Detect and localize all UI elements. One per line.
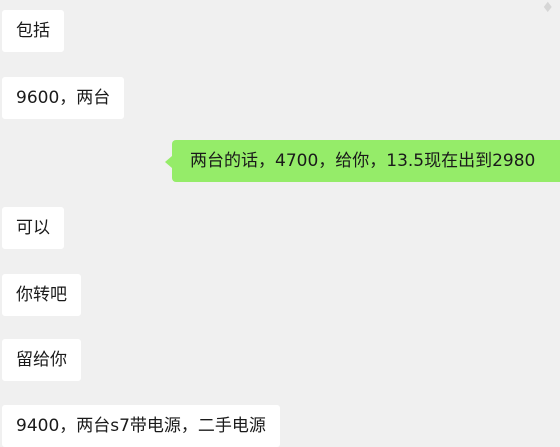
message-bubble-incoming: 可以 <box>2 207 64 249</box>
message-bubble-incoming: 你转吧 <box>2 274 81 316</box>
message-bubble-incoming: 9600，两台 <box>2 77 125 119</box>
outgoing-bubble-tail <box>165 156 172 168</box>
message-bubble-incoming: 留给你 <box>2 339 81 381</box>
message-bubble-incoming: 包括 <box>2 10 64 52</box>
chat-transcript: 包括 9600，两台 两台的话，4700，给你，13.5现在出到2980 可以 … <box>0 0 560 447</box>
watermark-glyph: ♦ <box>541 0 554 16</box>
message-bubble-incoming: 9400，两台s7带电源，二手电源 <box>2 405 280 447</box>
message-bubble-outgoing: 两台的话，4700，给你，13.5现在出到2980 <box>172 140 560 182</box>
